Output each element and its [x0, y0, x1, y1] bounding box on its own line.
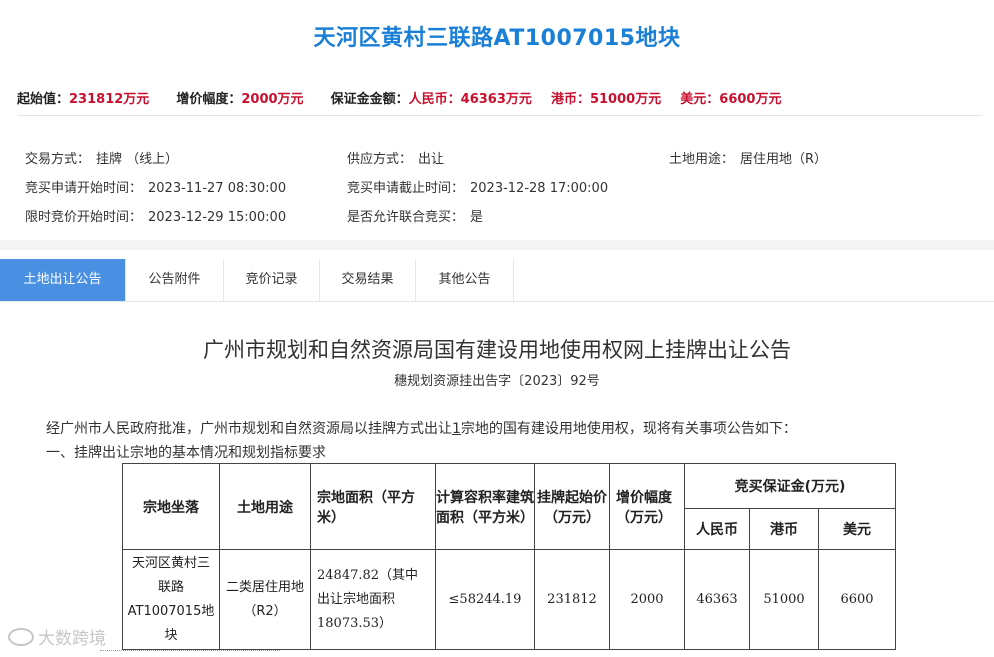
joint-bid: 是否允许联合竞买： 是 [347, 206, 483, 225]
tab-land-notice[interactable]: 土地出让公告 [0, 259, 126, 301]
hkd-label: 港币： [550, 92, 590, 107]
apply-end-label: 竞买申请截止时间： [347, 181, 465, 196]
header-increment: 增价幅度（万元） [609, 463, 685, 550]
joint-bid-value: 是 [470, 210, 484, 225]
document-title: 广州市规划和自然资源局国有建设用地使用权网上挂牌出让公告 [203, 338, 791, 362]
cell-usd: 6600 [818, 549, 896, 650]
trade-mode: 交易方式： 挂牌 （线上） [25, 148, 178, 167]
land-use-value: 居住用地（R） [740, 152, 828, 167]
tab-other-notices[interactable]: 其他公告 [416, 259, 514, 301]
bid-start-label: 限时竞价开始时间： [25, 210, 143, 225]
supply-mode: 供应方式： 出让 [347, 148, 444, 167]
intro-paragraph: 经广州市人民政府批准，广州市规划和自然资源局以挂牌方式出让1宗地的国有建设用地使… [46, 418, 797, 438]
header-usd: 美元 [818, 508, 896, 550]
table-row: 天河区黄村三联路AT1007015地块 二类居住用地（R2） 24847.82（… [122, 549, 896, 650]
header-rmb: 人民币 [684, 508, 750, 550]
supply-mode-label: 供应方式： [347, 152, 413, 167]
bid-start: 限时竞价开始时间： 2023-12-29 15:00:00 [25, 206, 286, 225]
intro-text-a: 经广州市人民政府批准，广州市规划和自然资源局以挂牌方式出让 [46, 421, 452, 437]
section-divider [0, 240, 994, 250]
header-area: 宗地面积（平方米） [310, 463, 436, 550]
hkd-value: 51000万元 [589, 92, 662, 107]
watermark: 大数跨境 [8, 624, 106, 649]
usd-value: 6600万元 [719, 92, 782, 107]
intro-parcel-count: 1 [452, 421, 461, 437]
price-summary-bar: 起始值：231812万元 增价幅度：2000万元 保证金金额：人民币：46363… [17, 88, 983, 116]
intro-text-b: 宗地的国有建设用地使用权，现将有关事项公告如下： [460, 421, 797, 437]
trade-mode-value: 挂牌 （线上） [96, 152, 179, 167]
tab-bar: 土地出让公告 公告附件 竞价记录 交易结果 其他公告 [0, 259, 994, 302]
usd-label: 美元： [680, 92, 720, 107]
page-title: 天河区黄村三联路AT1007015地块 [313, 26, 681, 51]
tab-bid-records[interactable]: 竞价记录 [224, 259, 320, 301]
header-land-use: 土地用途 [219, 463, 311, 550]
cell-location: 天河区黄村三联路AT1007015地块 [122, 549, 220, 650]
cell-rmb: 46363 [684, 549, 750, 650]
deposit-label: 保证金金额： [330, 92, 409, 107]
bid-start-value: 2023-12-29 15:00:00 [148, 210, 287, 225]
cell-start-price: 231812 [534, 549, 610, 650]
header-gfa: 计算容积率建筑面积（平方米） [435, 463, 535, 550]
start-price-label: 起始值： [17, 92, 70, 107]
tab-attachments[interactable]: 公告附件 [126, 259, 224, 301]
increment-value: 2000万元 [241, 92, 304, 107]
cell-area: 24847.82（其中出让宗地面积18073.53） [310, 549, 436, 650]
watermark-text: 大数跨境 [38, 629, 106, 649]
cell-land-use: 二类居住用地（R2） [219, 549, 311, 650]
header-deposit: 竞买保证金(万元) [684, 463, 896, 509]
land-use: 土地用途： 居住用地（R） [669, 148, 827, 167]
apply-start-label: 竞买申请开始时间： [25, 181, 143, 196]
header-start-price: 挂牌起始价（万元） [534, 463, 610, 550]
rmb-label: 人民币： [408, 92, 461, 107]
trade-mode-label: 交易方式： [25, 152, 91, 167]
apply-start-value: 2023-11-27 08:30:00 [148, 181, 287, 196]
header-hkd: 港币 [749, 508, 819, 550]
section-heading: 一、挂牌出让宗地的基本情况和规划指标要求 [46, 445, 326, 461]
apply-start: 竞买申请开始时间： 2023-11-27 08:30:00 [25, 177, 286, 196]
parcel-table: 宗地坐落 土地用途 宗地面积（平方米） 计算容积率建筑面积（平方米） 挂牌起始价… [122, 463, 896, 650]
cell-increment: 2000 [609, 549, 685, 650]
start-price-value: 231812万元 [69, 92, 150, 107]
increment-label: 增价幅度： [176, 92, 242, 107]
apply-end-value: 2023-12-28 17:00:00 [470, 181, 609, 196]
rmb-value: 46363万元 [460, 92, 532, 107]
header-location: 宗地坐落 [122, 463, 220, 550]
joint-bid-label: 是否允许联合竞买： [347, 210, 465, 225]
cell-gfa: ≤58244.19 [435, 549, 535, 650]
supply-mode-value: 出让 [418, 152, 445, 167]
tab-trade-result[interactable]: 交易结果 [320, 259, 416, 301]
watermark-logo-icon [8, 627, 34, 646]
apply-end: 竞买申请截止时间： 2023-12-28 17:00:00 [347, 177, 608, 196]
land-use-label: 土地用途： [669, 152, 735, 167]
document-number: 穗规划资源挂出告字〔2023〕92号 [394, 374, 600, 389]
cell-hkd: 51000 [749, 549, 819, 650]
